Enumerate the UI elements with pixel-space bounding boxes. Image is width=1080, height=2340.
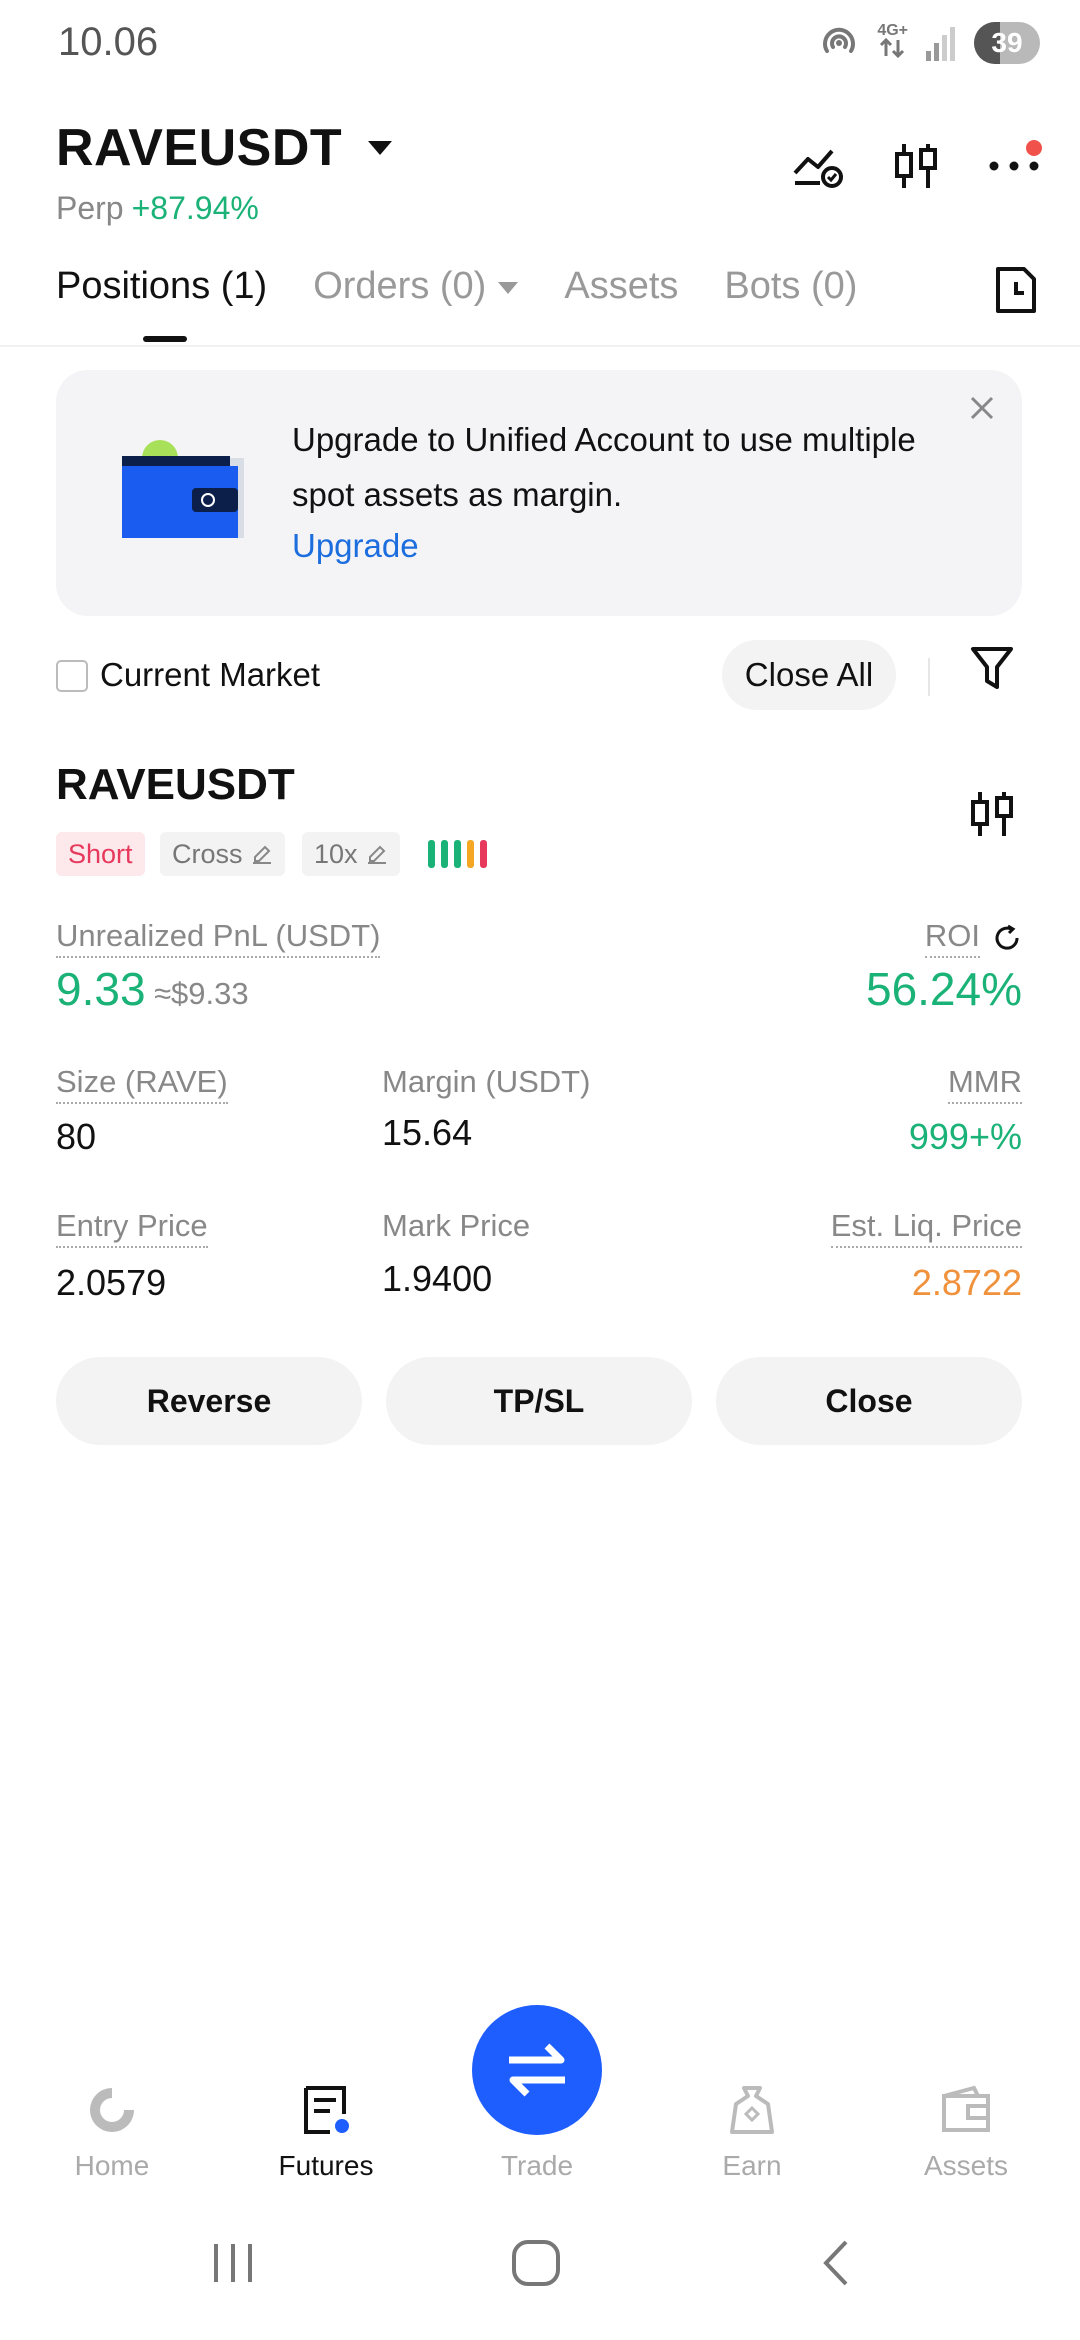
- nav-trade-label: Trade: [500, 2150, 574, 2181]
- nav-earn-label: Earn: [722, 2150, 782, 2181]
- risk-indicator: [428, 840, 487, 868]
- hotspot-icon: [823, 27, 856, 53]
- risk-bar: [428, 840, 435, 868]
- home-button-icon[interactable]: [510, 2238, 562, 2288]
- unrealized-pnl-usd: ≈$9.33: [154, 976, 249, 1011]
- reverse-button[interactable]: Reverse: [56, 1357, 362, 1445]
- wallet-icon: [942, 2085, 990, 2132]
- liq-price-label[interactable]: Est. Liq. Price: [830, 1208, 1022, 1248]
- size-label[interactable]: Size (RAVE): [56, 1064, 228, 1104]
- leverage-label: 10x: [314, 838, 358, 869]
- battery-indicator: 39: [974, 22, 1040, 64]
- tab-positions[interactable]: Positions (1): [56, 265, 267, 342]
- close-all-button[interactable]: Close All: [722, 640, 896, 710]
- recent-apps-icon[interactable]: [208, 2238, 258, 2288]
- mmr-label[interactable]: MMR: [947, 1064, 1022, 1104]
- pair-selector[interactable]: RAVEUSDT: [56, 118, 393, 178]
- roi-value: 56.24%: [865, 963, 1022, 1015]
- current-market-label: Current Market: [100, 656, 321, 693]
- filter-icon[interactable]: [970, 645, 1014, 693]
- risk-bar: [467, 840, 474, 868]
- position-symbol[interactable]: RAVEUSDT: [56, 760, 295, 810]
- margin-mode-badge[interactable]: Cross: [160, 832, 285, 876]
- swap-icon: [509, 2043, 565, 2097]
- nav-assets-label: Assets: [923, 2150, 1009, 2181]
- close-icon[interactable]: [966, 392, 998, 424]
- network-label: 4G+: [877, 21, 908, 39]
- nav-futures-label: Futures: [278, 2150, 374, 2181]
- upgrade-link[interactable]: Upgrade: [292, 527, 419, 565]
- notification-dot: [1026, 140, 1042, 156]
- risk-bar: [454, 840, 461, 868]
- risk-bar: [480, 840, 487, 868]
- status-time: 10.06: [58, 20, 159, 64]
- network-indicator: 4G+: [877, 21, 908, 63]
- margin-value[interactable]: 15.64: [382, 1112, 472, 1154]
- tpsl-button[interactable]: TP/SL: [386, 1357, 692, 1445]
- nav-home[interactable]: Home: [32, 2080, 192, 2182]
- price-alert-icon[interactable]: [792, 143, 844, 189]
- nav-home-label: Home: [74, 2150, 150, 2181]
- contract-type: Perp: [56, 190, 124, 226]
- futures-icon: [304, 2086, 349, 2134]
- nav-assets[interactable]: Assets: [886, 2080, 1046, 2182]
- roi-header: ROI: [924, 918, 1022, 958]
- entry-price-label[interactable]: Entry Price: [56, 1208, 208, 1248]
- tabs-divider: [0, 345, 1080, 347]
- edit-icon: [367, 845, 386, 864]
- risk-bar: [441, 840, 448, 868]
- earn-icon: [730, 2086, 774, 2134]
- pair-title: RAVEUSDT: [56, 119, 343, 177]
- price-change: +87.94%: [131, 190, 259, 226]
- more-options-icon[interactable]: [988, 160, 1040, 172]
- tab-assets[interactable]: Assets: [564, 265, 678, 308]
- signal-icon: [926, 27, 955, 61]
- refresh-icon[interactable]: [992, 923, 1022, 953]
- liq-price-value: 2.8722: [911, 1262, 1022, 1303]
- home-icon: [90, 2088, 134, 2132]
- pair-subtitle: Perp +87.94%: [56, 190, 259, 227]
- unrealized-pnl-label[interactable]: Unrealized PnL (USDT): [56, 918, 381, 958]
- nav-earn[interactable]: Earn: [672, 2080, 832, 2182]
- tab-orders[interactable]: Orders (0): [313, 265, 519, 308]
- close-position-button[interactable]: Close: [716, 1357, 1022, 1445]
- entry-price-value: 2.0579: [56, 1262, 167, 1303]
- header-actions: [792, 140, 1040, 192]
- unrealized-pnl-value: 9.33: [56, 963, 146, 1015]
- history-icon[interactable]: [994, 265, 1038, 315]
- tab-bots[interactable]: Bots (0): [724, 265, 857, 308]
- tab-orders-label: Orders (0): [313, 265, 487, 307]
- candlestick-chart-icon[interactable]: [894, 140, 938, 192]
- roi-label[interactable]: ROI: [924, 918, 980, 958]
- wallet-illustration-icon: [122, 440, 244, 538]
- mark-price-value: 1.9400: [382, 1258, 493, 1299]
- position-tabs: Positions (1) Orders (0) Assets Bots (0): [56, 265, 857, 342]
- caret-down-icon: [498, 281, 519, 294]
- current-market-checkbox[interactable]: [56, 660, 88, 692]
- size-value: 80: [56, 1116, 97, 1157]
- leverage-badge[interactable]: 10x: [302, 832, 400, 876]
- filter-divider: [928, 658, 930, 696]
- data-arrows-icon: [880, 37, 905, 58]
- margin-label: Margin (USDT): [382, 1064, 591, 1099]
- mark-price-label: Mark Price: [382, 1208, 531, 1243]
- margin-mode-label: Cross: [172, 838, 243, 869]
- caret-down-icon: [368, 141, 393, 155]
- nav-futures[interactable]: Futures: [246, 2080, 406, 2182]
- battery-level: 39: [991, 27, 1023, 58]
- candlestick-chart-icon[interactable]: [970, 788, 1014, 840]
- status-icons: 4G+ 39: [819, 22, 1040, 64]
- side-badge: Short: [56, 832, 145, 876]
- trade-button[interactable]: [472, 2005, 602, 2135]
- banner-message: Upgrade to Unified Account to use multip…: [292, 421, 916, 513]
- back-icon[interactable]: [816, 2238, 856, 2288]
- edit-icon: [252, 845, 271, 864]
- mmr-value: 999+%: [908, 1116, 1022, 1157]
